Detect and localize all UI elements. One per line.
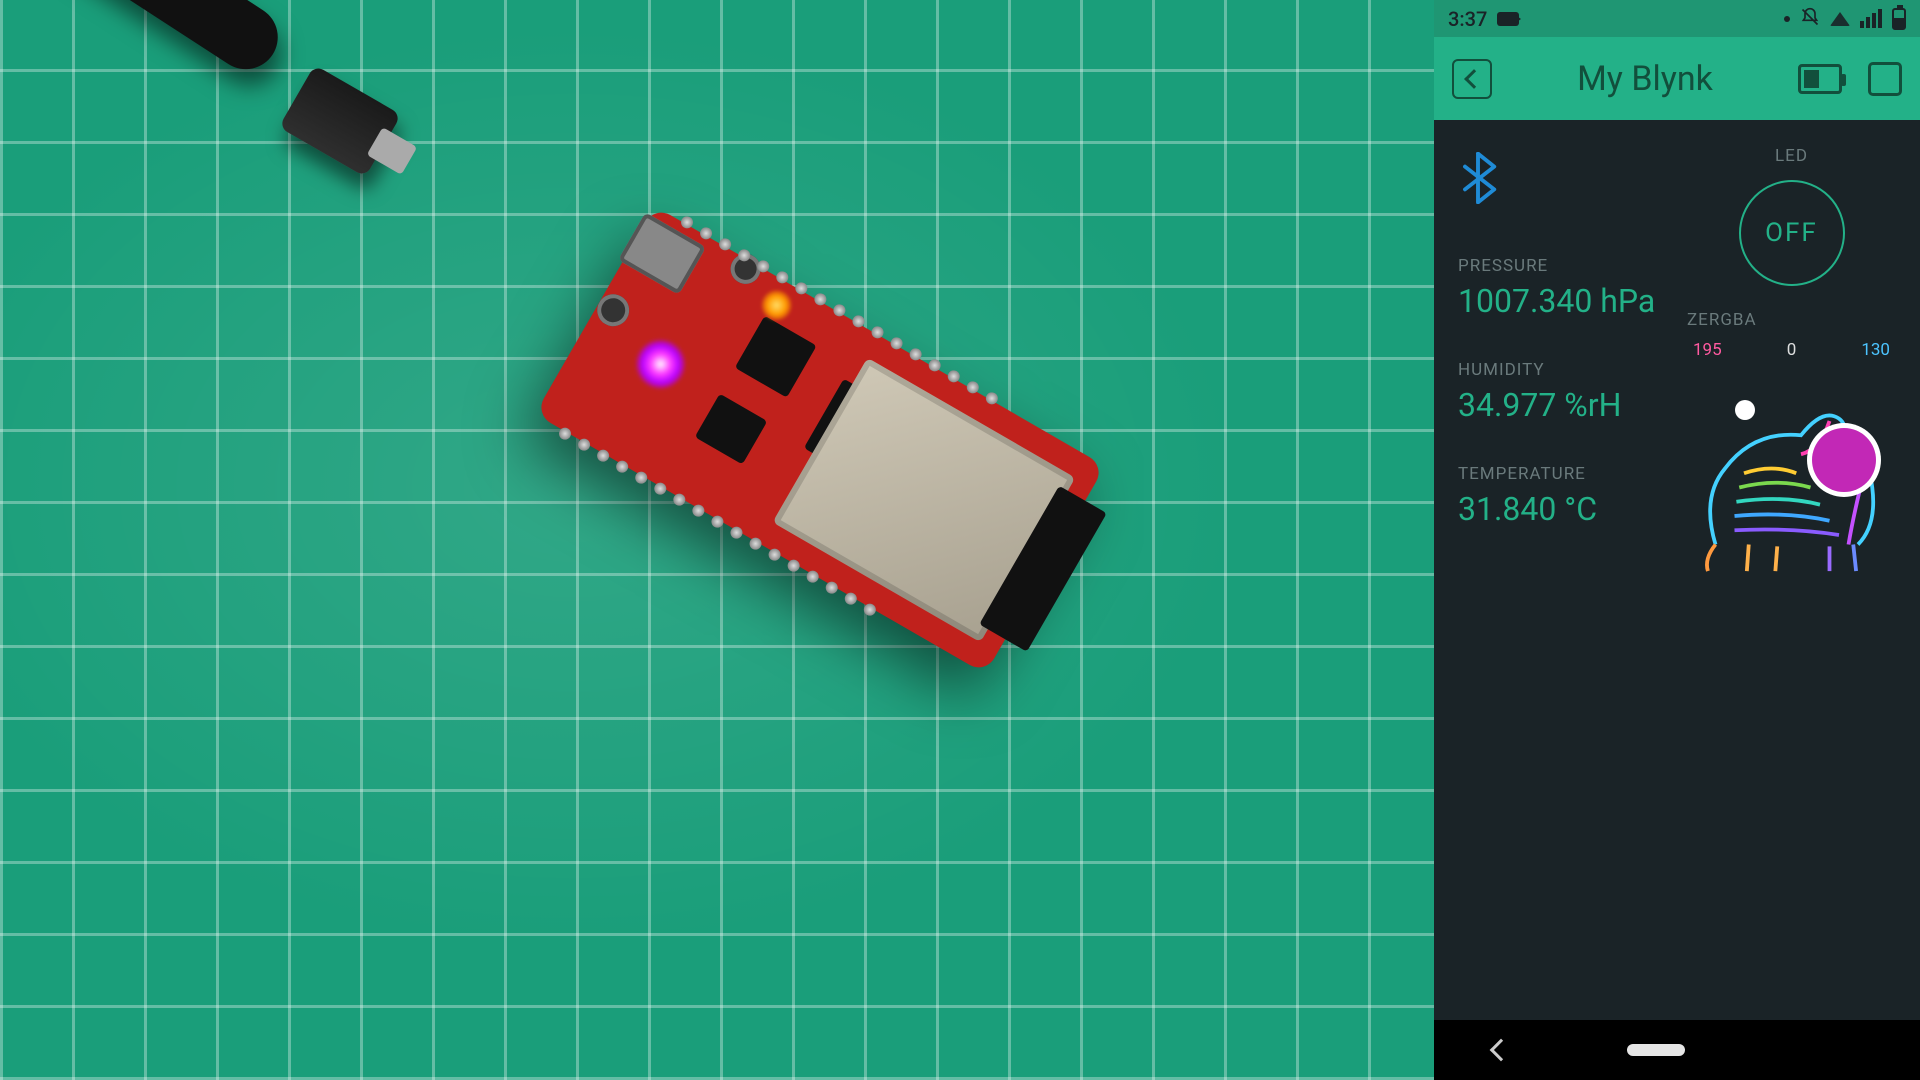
zergba-r: 195	[1693, 340, 1722, 360]
temperature-label: TEMPERATURE	[1458, 464, 1667, 484]
pcb-antenna	[979, 486, 1107, 652]
wifi-icon	[1830, 12, 1850, 26]
humidity-value: 34.977 %rH	[1458, 386, 1667, 424]
zergba-b: 130	[1861, 340, 1890, 360]
ic-chip	[695, 394, 768, 465]
usb-cable	[0, 0, 290, 81]
back-icon	[1464, 69, 1484, 89]
esp32-board	[535, 206, 1105, 674]
led-state: OFF	[1765, 218, 1818, 248]
hardware-photo	[0, 0, 1434, 1080]
app-bar: My Blynk	[1434, 37, 1920, 120]
usb-tip	[367, 127, 418, 175]
temperature-value: 31.840 °C	[1458, 490, 1667, 528]
pressure-value: 1007.340 hPa	[1458, 282, 1667, 320]
zergba-origin-dot	[1735, 400, 1755, 420]
header-pins-top	[679, 214, 1000, 406]
stop-button[interactable]	[1868, 62, 1902, 96]
usb-plug	[279, 65, 402, 177]
phone-screen: 3:37 My Blynk	[1434, 0, 1920, 1080]
led-toggle-button[interactable]: OFF	[1739, 180, 1845, 286]
nav-back-button[interactable]	[1490, 1039, 1513, 1062]
app-title: My Blynk	[1518, 59, 1772, 99]
humidity-label: HUMIDITY	[1458, 360, 1667, 380]
pressure-label: PRESSURE	[1458, 256, 1667, 276]
signal-icon	[1860, 9, 1882, 28]
led-label: LED	[1775, 146, 1808, 166]
status-bar: 3:37	[1434, 0, 1920, 37]
zergba-label: ZERGBA	[1687, 310, 1896, 330]
zergba-color-picker[interactable]	[1687, 368, 1896, 588]
android-nav-bar	[1434, 1020, 1920, 1080]
bluetooth-icon	[1458, 152, 1498, 204]
battery-icon	[1892, 8, 1906, 30]
rgb-led-icon	[628, 331, 694, 397]
clock: 3:37	[1448, 7, 1487, 31]
energy-button[interactable]	[1798, 64, 1842, 94]
reset-button	[591, 288, 635, 332]
dashboard: PRESSURE 1007.340 hPa HUMIDITY 34.977 %r…	[1434, 120, 1920, 1020]
esp32-module	[773, 358, 1076, 643]
zergba-picker-handle[interactable]	[1812, 428, 1876, 492]
zergba-rgb-readout: 195 0 130	[1687, 340, 1896, 360]
ic-chip	[735, 316, 817, 398]
zergba-g: 0	[1787, 340, 1797, 360]
dot-icon	[1784, 16, 1790, 22]
bluetooth-widget[interactable]	[1458, 152, 1667, 208]
nav-home-button[interactable]	[1627, 1044, 1685, 1056]
bell-off-icon	[1800, 7, 1820, 30]
camera-icon	[1497, 12, 1519, 26]
back-button[interactable]	[1452, 59, 1492, 99]
